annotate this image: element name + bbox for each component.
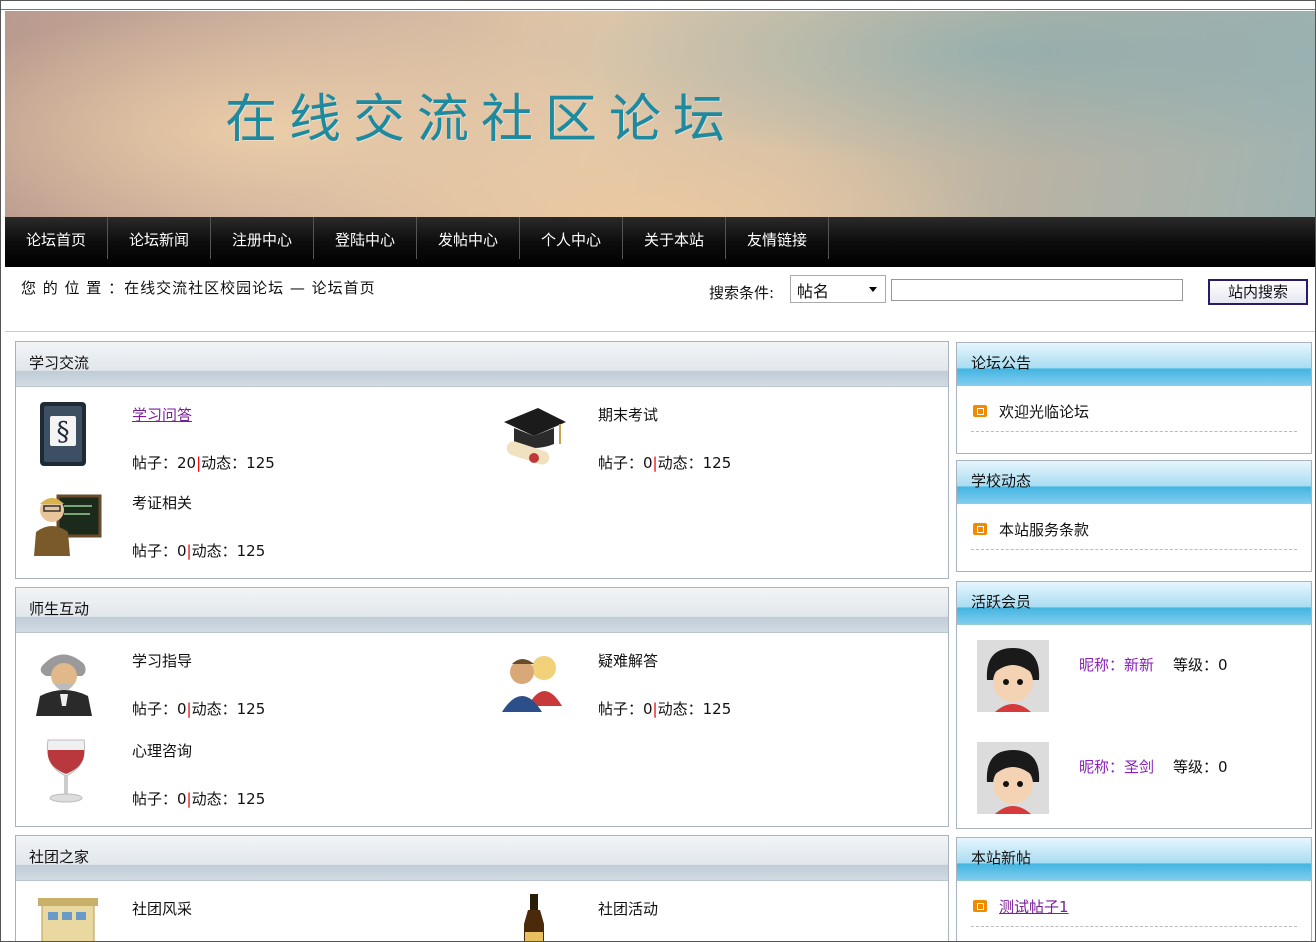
header-divider	[5, 331, 1315, 332]
forum-name[interactable]: 学习指导	[132, 650, 192, 671]
section-study: 学习交流 § 学习问答 帖子：20|动态：125 期末考试 帖子：0|动态：12…	[15, 341, 949, 579]
forum-stats: 帖子：20|动态：125	[132, 454, 275, 472]
forum-name[interactable]: 疑难解答	[598, 650, 658, 671]
new-posts-panel: 本站新帖 测试帖子1	[956, 837, 1312, 941]
site-title: 在线交流社区论坛	[225, 90, 738, 150]
browser-frame: 在线交流社区论坛 论坛首页 论坛新闻 注册中心 登陆中心 发帖中心 个人中心 关…	[0, 0, 1316, 942]
section-interaction: 师生互动 学习指导 帖子：0|动态：125 疑难解答 帖子：0|动态：125 心…	[15, 587, 949, 827]
search-button[interactable]: 站内搜索	[1208, 279, 1308, 305]
forum-stats: 帖子：0|动态：125	[598, 700, 732, 718]
forum-name[interactable]: 社团风采	[132, 898, 192, 919]
member-nick[interactable]: 昵称：圣剑	[1079, 756, 1154, 777]
law-book-icon: §	[40, 402, 86, 466]
post-link[interactable]: 测试帖子1	[999, 896, 1069, 917]
forum-name[interactable]: 考证相关	[132, 492, 192, 513]
nav-post[interactable]: 发帖中心	[417, 217, 520, 259]
panel-title: 论坛公告	[971, 354, 1032, 372]
search-label: 搜索条件:	[709, 284, 775, 302]
panel-title: 本站新帖	[971, 849, 1032, 867]
svg-text:§: §	[57, 417, 70, 447]
bottle-icon	[524, 894, 544, 941]
panel-title: 学校动态	[971, 472, 1032, 490]
forum-name[interactable]: 期末考试	[598, 404, 658, 425]
nav-home[interactable]: 论坛首页	[5, 217, 108, 259]
professor-icon	[36, 654, 92, 716]
notice-item: 本站服务条款	[971, 519, 1297, 550]
teacher-blackboard-icon	[34, 494, 102, 556]
section-title: 师生互动	[29, 600, 90, 618]
breadcrumb: 您 的 位 置 ：在线交流社区校园论坛 — 论坛首页	[21, 279, 376, 297]
notice-item: 测试帖子1	[971, 896, 1297, 927]
announcements-panel: 论坛公告 欢迎光临论坛	[956, 342, 1312, 454]
bullet-icon	[973, 900, 987, 912]
search-type-select[interactable]: 帖名	[790, 275, 886, 303]
avatar[interactable]	[977, 640, 1049, 712]
nav-login[interactable]: 登陆中心	[314, 217, 417, 259]
panel-title: 活跃会员	[971, 593, 1032, 611]
bullet-icon	[973, 405, 987, 417]
notice-text[interactable]: 欢迎光临论坛	[999, 401, 1089, 422]
nav-links[interactable]: 友情链接	[726, 217, 829, 259]
member-nick[interactable]: 昵称：新新	[1079, 654, 1154, 675]
dropdown-arrow-icon	[869, 287, 877, 292]
section-title: 社团之家	[29, 848, 90, 866]
building-icon	[38, 898, 98, 941]
graduation-cap-icon	[504, 408, 566, 465]
bullet-icon	[973, 523, 987, 535]
nav-news[interactable]: 论坛新闻	[108, 217, 211, 259]
member-level: 等级：0	[1173, 656, 1228, 674]
nav-about[interactable]: 关于本站	[623, 217, 726, 259]
nav-register[interactable]: 注册中心	[211, 217, 314, 259]
forum-name-link[interactable]: 学习问答	[132, 404, 192, 425]
main-nav: 论坛首页 论坛新闻 注册中心 登陆中心 发帖中心 个人中心 关于本站 友情链接	[5, 217, 1315, 267]
notice-text[interactable]: 本站服务条款	[999, 519, 1089, 540]
nav-profile[interactable]: 个人中心	[520, 217, 623, 259]
top-border	[1, 1, 1315, 10]
section-title: 学习交流	[29, 354, 90, 372]
forum-stats: 帖子：0|动态：125	[132, 700, 266, 718]
active-members-panel: 活跃会员 昵称：新新 等级：0 昵称：圣剑 等级：0	[956, 581, 1312, 829]
school-news-panel: 学校动态 本站服务条款	[956, 460, 1312, 572]
search-input[interactable]	[891, 279, 1183, 301]
wine-glass-icon	[46, 739, 86, 803]
forum-name[interactable]: 心理咨询	[132, 740, 192, 761]
section-clubs: 社团之家 社团风采 社团活动	[15, 835, 949, 941]
avatar[interactable]	[977, 742, 1049, 814]
users-icon	[502, 656, 562, 712]
member-level: 等级：0	[1173, 758, 1228, 776]
site-banner: 在线交流社区论坛	[5, 11, 1315, 217]
forum-stats: 帖子：0|动态：125	[132, 790, 266, 808]
search-type-value: 帖名	[797, 282, 830, 301]
notice-item: 欢迎光临论坛	[971, 401, 1297, 432]
forum-stats: 帖子：0|动态：125	[132, 542, 266, 560]
forum-stats: 帖子：0|动态：125	[598, 454, 732, 472]
forum-name[interactable]: 社团活动	[598, 898, 658, 919]
